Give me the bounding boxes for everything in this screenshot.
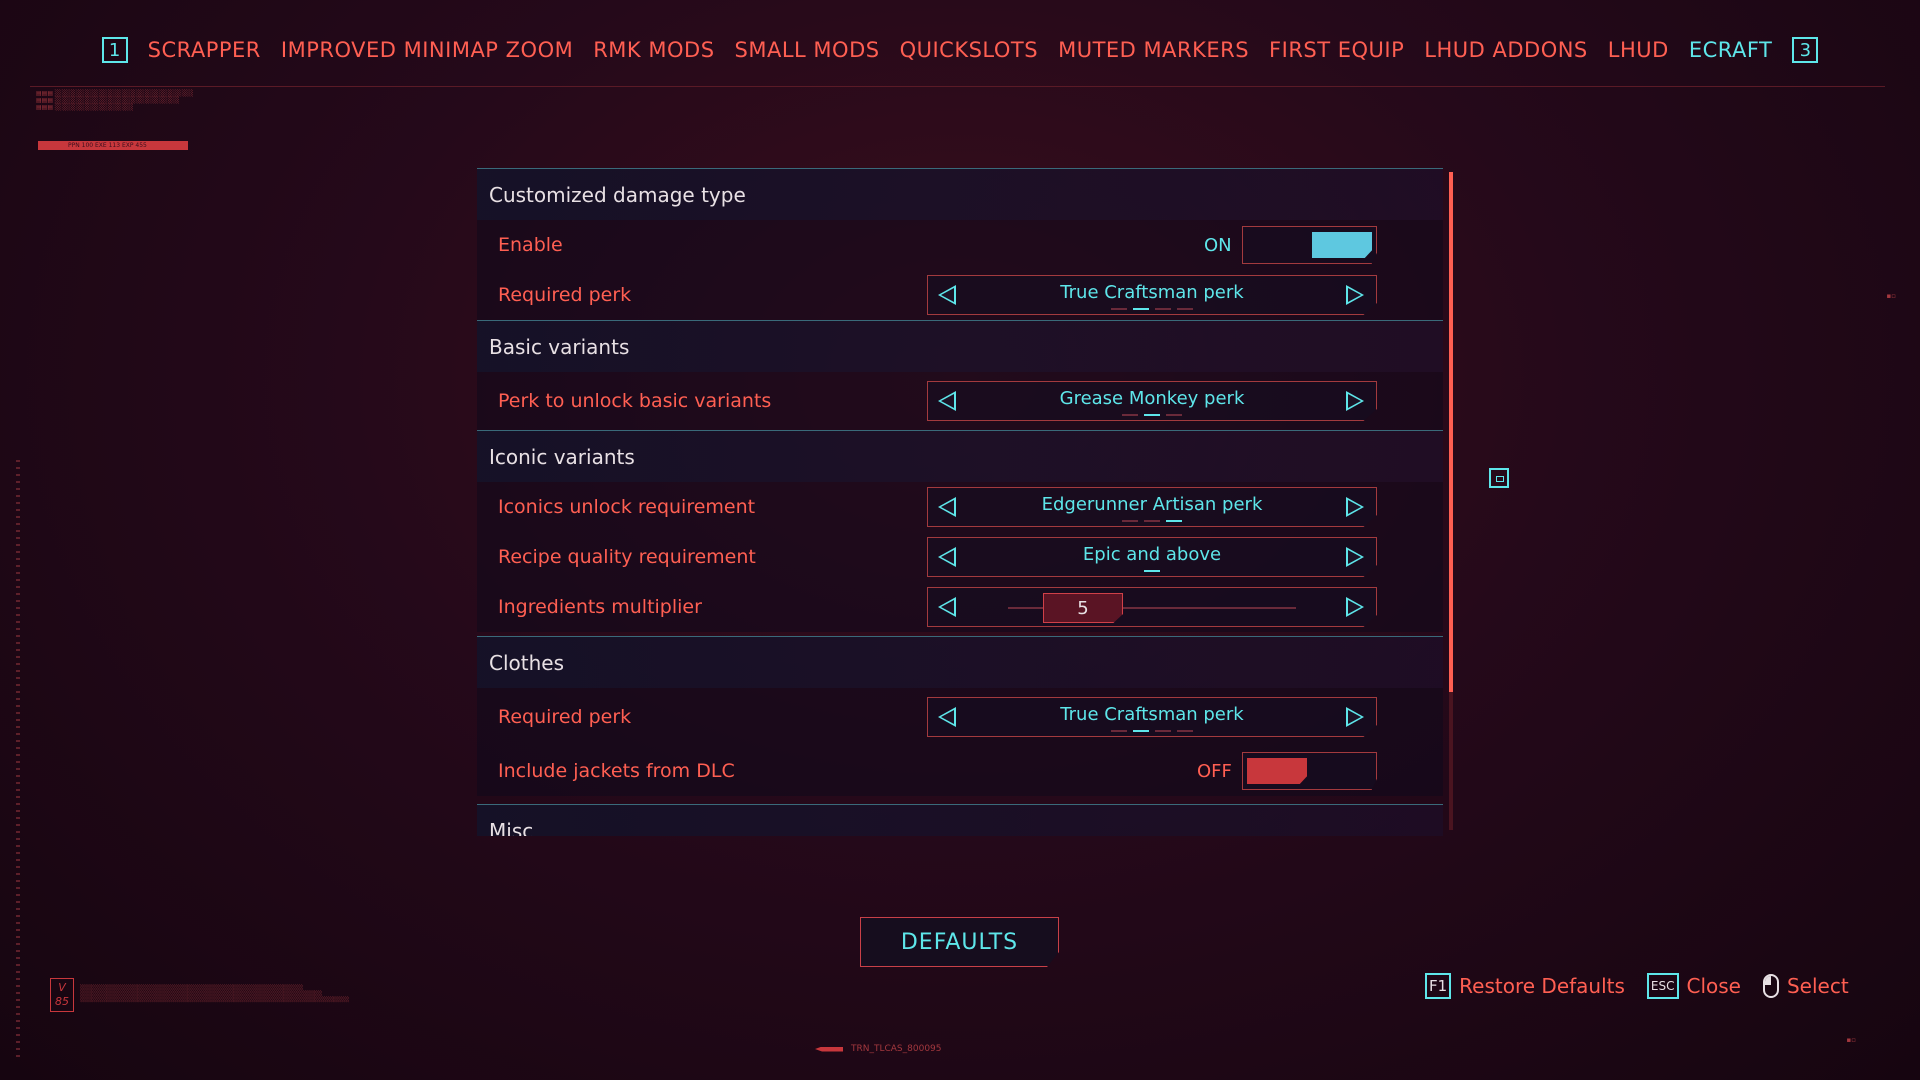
toggle-knob — [1247, 758, 1307, 784]
section-header-damage: Customized damage type — [477, 168, 1443, 220]
close-hint[interactable]: ESC Close — [1646, 973, 1741, 999]
enable-toggle[interactable] — [1242, 226, 1377, 264]
arrow-left-icon[interactable] — [938, 391, 956, 411]
setting-row-recipe-quality[interactable]: Recipe quality requirement Epic and abov… — [477, 532, 1443, 582]
arrow-right-icon[interactable] — [1346, 497, 1364, 517]
arrow-right-icon[interactable] — [1346, 707, 1364, 727]
hint-label: Restore Defaults — [1459, 974, 1625, 998]
tab-small-mods[interactable]: SMALL MODS — [735, 38, 880, 62]
setting-row-iconic-unlock[interactable]: Iconics unlock requirement Edgerunner Ar… — [477, 482, 1443, 532]
tab-rmk-mods[interactable]: RMK MODS — [593, 38, 714, 62]
select-hint[interactable]: Select — [1762, 974, 1849, 998]
setting-label: Include jackets from DLC — [498, 760, 735, 782]
selector-value: True Craftsman perk — [1060, 282, 1244, 303]
slider-thumb[interactable]: 5 — [1043, 593, 1123, 623]
tab-lhud-addons[interactable]: LHUD ADDONS — [1424, 38, 1587, 62]
side-marker-icon — [1489, 468, 1509, 488]
selector-value: Epic and above — [1082, 544, 1222, 565]
setting-label: Required perk — [498, 284, 632, 306]
setting-row-ingredients[interactable]: Ingredients multiplier 5 — [477, 582, 1443, 632]
jackets-toggle[interactable] — [1242, 752, 1377, 790]
toggle-state-text: OFF — [1197, 760, 1232, 782]
bottom-arrow-icon — [815, 1046, 843, 1052]
setting-label: Recipe quality requirement — [498, 546, 756, 568]
tab-ecraft[interactable]: ECRAFT — [1689, 38, 1773, 62]
section-header-clothes: Clothes — [477, 636, 1443, 688]
option-indicator — [1122, 520, 1182, 522]
selector-value: Edgerunner Artisan perk — [1041, 494, 1263, 515]
section-header-misc: Misc — [477, 804, 1443, 836]
setting-label: Ingredients multiplier — [498, 596, 702, 618]
tab-first-equip[interactable]: FIRST EQUIP — [1269, 38, 1404, 62]
arrow-right-icon[interactable] — [1346, 547, 1364, 567]
toggle-state-text: ON — [1204, 234, 1232, 256]
tab-lhud[interactable]: LHUD — [1608, 38, 1669, 62]
defaults-button[interactable]: DEFAULTS — [860, 917, 1059, 967]
option-indicator — [1111, 730, 1193, 732]
arrow-left-icon[interactable] — [938, 707, 956, 727]
iconic-unlock-selector[interactable]: Edgerunner Artisan perk — [927, 487, 1377, 527]
basic-perk-selector[interactable]: Grease Monkey perk — [927, 381, 1377, 421]
bottom-code-text: TRN_TLCAS_800095 — [851, 1044, 942, 1054]
bottom-code: TRN_TLCAS_800095 — [815, 1044, 942, 1054]
settings-panel: Customized damage type Enable ON Require… — [477, 168, 1443, 836]
setting-row-jackets[interactable]: Include jackets from DLC OFF — [477, 746, 1443, 796]
mouse-icon — [1762, 974, 1779, 998]
arrow-left-icon[interactable] — [938, 497, 956, 517]
tab-quickslots[interactable]: QUICKSLOTS — [900, 38, 1039, 62]
arrow-right-icon[interactable] — [1346, 597, 1364, 617]
toggle-knob — [1312, 232, 1372, 258]
selector-value: True Craftsman perk — [1060, 704, 1244, 725]
hint-label: Close — [1686, 974, 1741, 998]
input-hints: F1 Restore Defaults ESC Close Select — [1425, 973, 1849, 999]
tab-bar: 1 SCRAPPER IMPROVED MINIMAP ZOOM RMK MOD… — [0, 30, 1920, 70]
section-header-iconic: Iconic variants — [477, 430, 1443, 482]
hint-label: Select — [1786, 974, 1849, 998]
next-tab-key[interactable]: 3 — [1792, 37, 1819, 63]
restore-defaults-hint[interactable]: F1 Restore Defaults — [1425, 973, 1625, 999]
esc-key-icon: ESC — [1646, 973, 1679, 999]
option-indicator — [1111, 308, 1193, 310]
header-divider — [30, 86, 1885, 87]
section-header-basic: Basic variants — [477, 320, 1443, 372]
setting-label: Perk to unlock basic variants — [498, 390, 772, 412]
required-perk-selector[interactable]: True Craftsman perk — [927, 275, 1377, 315]
hud-deco-bar: PPN 100 EXE 113 EXP 455 — [38, 141, 188, 150]
option-indicator — [1122, 414, 1182, 416]
f1-key-icon: F1 — [1425, 973, 1452, 999]
clothes-perk-selector[interactable]: True Craftsman perk — [927, 697, 1377, 737]
hud-deco-small-text: ░░░░░░░░░░░░░░░░░░░░░░░░░░░░░░░░░░░░░░░░… — [80, 985, 350, 1003]
prev-tab-key[interactable]: 1 — [101, 37, 128, 63]
scrollbar-track[interactable] — [1449, 692, 1453, 830]
setting-row-basic-perk[interactable]: Perk to unlock basic variants Grease Mon… — [477, 372, 1443, 430]
setting-row-enable[interactable]: Enable ON — [477, 220, 1443, 270]
hud-deco-text: ▤▤▤ ░░░░░░░░░░░░░░░░░░░░░░░░░░░░░░ ▤▤▤ ░░… — [36, 90, 194, 111]
setting-label: Enable — [498, 234, 563, 256]
hud-deco-mark: ▪▫ — [1886, 292, 1897, 300]
setting-row-clothes-perk[interactable]: Required perk True Craftsman perk — [477, 688, 1443, 746]
tab-muted-markers[interactable]: MUTED MARKERS — [1058, 38, 1249, 62]
arrow-right-icon[interactable] — [1346, 285, 1364, 305]
arrow-right-icon[interactable] — [1346, 391, 1364, 411]
arrow-left-icon[interactable] — [938, 285, 956, 305]
tab-improved-minimap-zoom[interactable]: IMPROVED MINIMAP ZOOM — [281, 38, 573, 62]
setting-label: Iconics unlock requirement — [498, 496, 756, 518]
setting-row-required-perk[interactable]: Required perk True Craftsman perk — [477, 270, 1443, 320]
tab-scrapper[interactable]: SCRAPPER — [148, 38, 261, 62]
scrollbar-thumb[interactable] — [1449, 172, 1453, 692]
setting-label: Required perk — [498, 706, 632, 728]
version-badge: V 85 — [50, 978, 74, 1012]
selector-value: Grease Monkey perk — [1059, 388, 1245, 409]
option-indicator — [1144, 570, 1160, 572]
ingredients-slider[interactable]: 5 — [927, 587, 1377, 627]
arrow-left-icon[interactable] — [938, 547, 956, 567]
hud-deco-edge — [16, 460, 20, 1060]
arrow-left-icon[interactable] — [938, 597, 956, 617]
hud-deco-mark-bottom: ▪▫ — [1846, 1036, 1857, 1044]
recipe-quality-selector[interactable]: Epic and above — [927, 537, 1377, 577]
